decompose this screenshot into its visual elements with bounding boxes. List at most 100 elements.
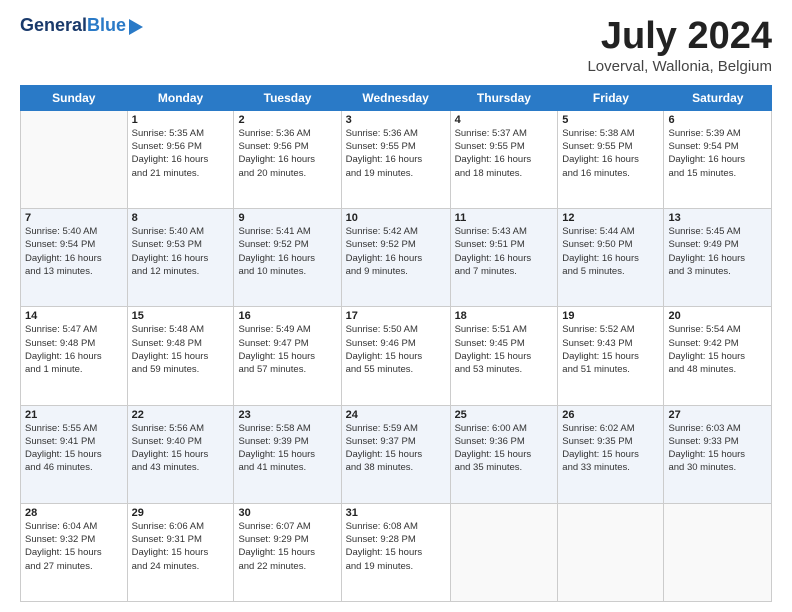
calendar-day-cell: 26Sunrise: 6:02 AM Sunset: 9:35 PM Dayli… bbox=[558, 405, 664, 503]
col-header-wednesday: Wednesday bbox=[341, 85, 450, 110]
calendar-day-cell: 28Sunrise: 6:04 AM Sunset: 9:32 PM Dayli… bbox=[21, 503, 128, 601]
day-number: 29 bbox=[132, 507, 230, 519]
calendar-day-cell bbox=[21, 110, 128, 208]
title-block: July 2024 Loverval, Wallonia, Belgium bbox=[587, 16, 772, 75]
calendar-day-cell: 30Sunrise: 6:07 AM Sunset: 9:29 PM Dayli… bbox=[234, 503, 341, 601]
day-number: 11 bbox=[455, 212, 554, 224]
day-number: 1 bbox=[132, 114, 230, 126]
calendar-week-row: 7Sunrise: 5:40 AM Sunset: 9:54 PM Daylig… bbox=[21, 209, 772, 307]
calendar-day-cell: 9Sunrise: 5:41 AM Sunset: 9:52 PM Daylig… bbox=[234, 209, 341, 307]
calendar-day-cell: 20Sunrise: 5:54 AM Sunset: 9:42 PM Dayli… bbox=[664, 307, 772, 405]
calendar-day-cell: 14Sunrise: 5:47 AM Sunset: 9:48 PM Dayli… bbox=[21, 307, 128, 405]
day-number: 15 bbox=[132, 310, 230, 322]
calendar-day-cell: 25Sunrise: 6:00 AM Sunset: 9:36 PM Dayli… bbox=[450, 405, 558, 503]
day-number: 14 bbox=[25, 310, 123, 322]
calendar-day-cell bbox=[558, 503, 664, 601]
calendar-day-cell: 11Sunrise: 5:43 AM Sunset: 9:51 PM Dayli… bbox=[450, 209, 558, 307]
calendar-week-row: 21Sunrise: 5:55 AM Sunset: 9:41 PM Dayli… bbox=[21, 405, 772, 503]
day-info: Sunrise: 5:44 AM Sunset: 9:50 PM Dayligh… bbox=[562, 225, 659, 278]
calendar-day-cell: 21Sunrise: 5:55 AM Sunset: 9:41 PM Dayli… bbox=[21, 405, 128, 503]
calendar-day-cell: 31Sunrise: 6:08 AM Sunset: 9:28 PM Dayli… bbox=[341, 503, 450, 601]
day-info: Sunrise: 5:38 AM Sunset: 9:55 PM Dayligh… bbox=[562, 127, 659, 180]
day-info: Sunrise: 5:55 AM Sunset: 9:41 PM Dayligh… bbox=[25, 422, 123, 475]
day-number: 24 bbox=[346, 409, 446, 421]
day-info: Sunrise: 5:51 AM Sunset: 9:45 PM Dayligh… bbox=[455, 323, 554, 376]
day-info: Sunrise: 5:47 AM Sunset: 9:48 PM Dayligh… bbox=[25, 323, 123, 376]
day-info: Sunrise: 5:42 AM Sunset: 9:52 PM Dayligh… bbox=[346, 225, 446, 278]
col-header-tuesday: Tuesday bbox=[234, 85, 341, 110]
calendar-day-cell: 7Sunrise: 5:40 AM Sunset: 9:54 PM Daylig… bbox=[21, 209, 128, 307]
calendar-week-row: 1Sunrise: 5:35 AM Sunset: 9:56 PM Daylig… bbox=[21, 110, 772, 208]
day-info: Sunrise: 5:54 AM Sunset: 9:42 PM Dayligh… bbox=[668, 323, 767, 376]
calendar-day-cell: 24Sunrise: 5:59 AM Sunset: 9:37 PM Dayli… bbox=[341, 405, 450, 503]
calendar-day-cell: 18Sunrise: 5:51 AM Sunset: 9:45 PM Dayli… bbox=[450, 307, 558, 405]
day-info: Sunrise: 6:07 AM Sunset: 9:29 PM Dayligh… bbox=[238, 520, 336, 573]
day-number: 30 bbox=[238, 507, 336, 519]
calendar-day-cell: 6Sunrise: 5:39 AM Sunset: 9:54 PM Daylig… bbox=[664, 110, 772, 208]
day-number: 26 bbox=[562, 409, 659, 421]
day-info: Sunrise: 6:08 AM Sunset: 9:28 PM Dayligh… bbox=[346, 520, 446, 573]
day-info: Sunrise: 5:58 AM Sunset: 9:39 PM Dayligh… bbox=[238, 422, 336, 475]
day-info: Sunrise: 5:36 AM Sunset: 9:55 PM Dayligh… bbox=[346, 127, 446, 180]
day-number: 5 bbox=[562, 114, 659, 126]
logo-text: GeneralBlue bbox=[20, 16, 126, 36]
col-header-saturday: Saturday bbox=[664, 85, 772, 110]
day-number: 21 bbox=[25, 409, 123, 421]
day-number: 22 bbox=[132, 409, 230, 421]
day-info: Sunrise: 5:41 AM Sunset: 9:52 PM Dayligh… bbox=[238, 225, 336, 278]
calendar-day-cell: 23Sunrise: 5:58 AM Sunset: 9:39 PM Dayli… bbox=[234, 405, 341, 503]
day-info: Sunrise: 6:00 AM Sunset: 9:36 PM Dayligh… bbox=[455, 422, 554, 475]
calendar-day-cell: 1Sunrise: 5:35 AM Sunset: 9:56 PM Daylig… bbox=[127, 110, 234, 208]
day-info: Sunrise: 5:45 AM Sunset: 9:49 PM Dayligh… bbox=[668, 225, 767, 278]
day-number: 18 bbox=[455, 310, 554, 322]
day-number: 20 bbox=[668, 310, 767, 322]
calendar-day-cell: 29Sunrise: 6:06 AM Sunset: 9:31 PM Dayli… bbox=[127, 503, 234, 601]
day-info: Sunrise: 5:40 AM Sunset: 9:54 PM Dayligh… bbox=[25, 225, 123, 278]
calendar-day-cell: 15Sunrise: 5:48 AM Sunset: 9:48 PM Dayli… bbox=[127, 307, 234, 405]
calendar-day-cell: 27Sunrise: 6:03 AM Sunset: 9:33 PM Dayli… bbox=[664, 405, 772, 503]
day-info: Sunrise: 5:37 AM Sunset: 9:55 PM Dayligh… bbox=[455, 127, 554, 180]
logo-arrow-icon bbox=[129, 19, 143, 35]
day-number: 10 bbox=[346, 212, 446, 224]
calendar-day-cell bbox=[450, 503, 558, 601]
day-info: Sunrise: 6:03 AM Sunset: 9:33 PM Dayligh… bbox=[668, 422, 767, 475]
calendar-week-row: 14Sunrise: 5:47 AM Sunset: 9:48 PM Dayli… bbox=[21, 307, 772, 405]
day-number: 25 bbox=[455, 409, 554, 421]
day-number: 3 bbox=[346, 114, 446, 126]
header: GeneralBlue July 2024 Loverval, Wallonia… bbox=[20, 16, 772, 75]
day-info: Sunrise: 5:35 AM Sunset: 9:56 PM Dayligh… bbox=[132, 127, 230, 180]
day-number: 9 bbox=[238, 212, 336, 224]
day-number: 28 bbox=[25, 507, 123, 519]
day-number: 31 bbox=[346, 507, 446, 519]
logo-general: General bbox=[20, 15, 87, 35]
day-info: Sunrise: 5:39 AM Sunset: 9:54 PM Dayligh… bbox=[668, 127, 767, 180]
calendar-day-cell: 13Sunrise: 5:45 AM Sunset: 9:49 PM Dayli… bbox=[664, 209, 772, 307]
main-title: July 2024 bbox=[587, 16, 772, 58]
day-info: Sunrise: 6:02 AM Sunset: 9:35 PM Dayligh… bbox=[562, 422, 659, 475]
day-info: Sunrise: 5:59 AM Sunset: 9:37 PM Dayligh… bbox=[346, 422, 446, 475]
day-number: 19 bbox=[562, 310, 659, 322]
calendar-day-cell: 3Sunrise: 5:36 AM Sunset: 9:55 PM Daylig… bbox=[341, 110, 450, 208]
calendar-table: SundayMondayTuesdayWednesdayThursdayFrid… bbox=[20, 85, 772, 602]
calendar-day-cell: 5Sunrise: 5:38 AM Sunset: 9:55 PM Daylig… bbox=[558, 110, 664, 208]
calendar-day-cell bbox=[664, 503, 772, 601]
day-info: Sunrise: 6:04 AM Sunset: 9:32 PM Dayligh… bbox=[25, 520, 123, 573]
day-number: 7 bbox=[25, 212, 123, 224]
day-number: 6 bbox=[668, 114, 767, 126]
calendar-day-cell: 8Sunrise: 5:40 AM Sunset: 9:53 PM Daylig… bbox=[127, 209, 234, 307]
day-info: Sunrise: 6:06 AM Sunset: 9:31 PM Dayligh… bbox=[132, 520, 230, 573]
col-header-thursday: Thursday bbox=[450, 85, 558, 110]
day-number: 27 bbox=[668, 409, 767, 421]
day-info: Sunrise: 5:56 AM Sunset: 9:40 PM Dayligh… bbox=[132, 422, 230, 475]
calendar-day-cell: 17Sunrise: 5:50 AM Sunset: 9:46 PM Dayli… bbox=[341, 307, 450, 405]
calendar-day-cell: 19Sunrise: 5:52 AM Sunset: 9:43 PM Dayli… bbox=[558, 307, 664, 405]
day-number: 2 bbox=[238, 114, 336, 126]
day-info: Sunrise: 5:48 AM Sunset: 9:48 PM Dayligh… bbox=[132, 323, 230, 376]
day-number: 13 bbox=[668, 212, 767, 224]
calendar-day-cell: 22Sunrise: 5:56 AM Sunset: 9:40 PM Dayli… bbox=[127, 405, 234, 503]
col-header-sunday: Sunday bbox=[21, 85, 128, 110]
col-header-monday: Monday bbox=[127, 85, 234, 110]
logo: GeneralBlue bbox=[20, 16, 143, 36]
day-number: 4 bbox=[455, 114, 554, 126]
subtitle: Loverval, Wallonia, Belgium bbox=[587, 58, 772, 75]
